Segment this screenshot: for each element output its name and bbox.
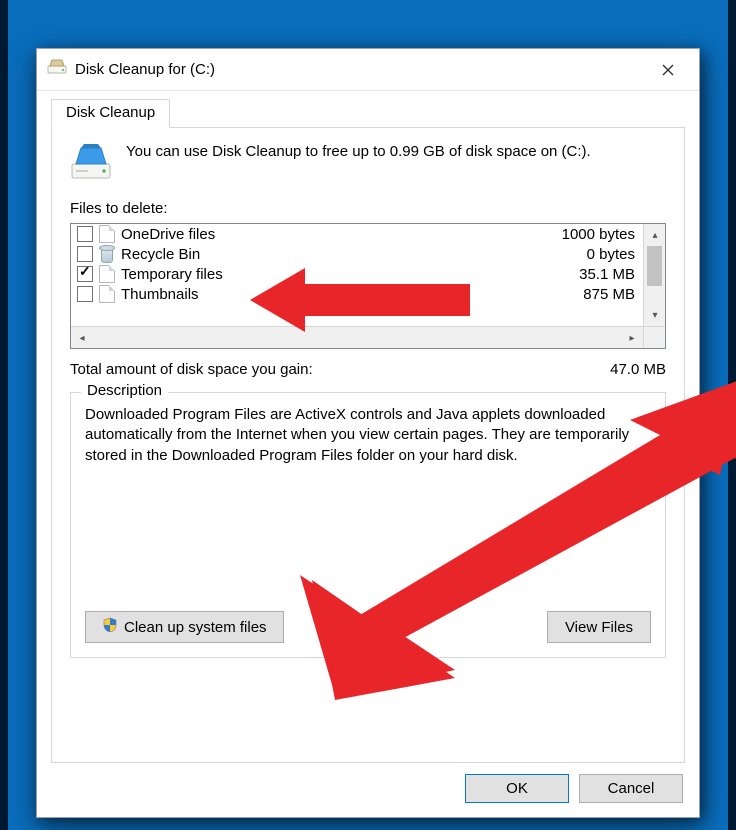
scroll-down-icon[interactable]: ▾ [644, 304, 665, 326]
total-row: Total amount of disk space you gain: 47.… [70, 361, 666, 378]
item-checkbox[interactable] [77, 226, 93, 242]
list-item[interactable]: Temporary files 35.1 MB [71, 264, 643, 284]
disk-cleanup-dialog: Disk Cleanup for (C:) Disk Cleanup You c… [36, 48, 700, 818]
scroll-thumb[interactable] [647, 246, 662, 286]
button-label: Cancel [608, 780, 655, 797]
list-item[interactable]: Thumbnails 875 MB [71, 284, 643, 304]
file-icon [99, 265, 115, 283]
horizontal-scrollbar[interactable]: ◂ ▸ [71, 326, 665, 348]
item-checkbox[interactable] [77, 246, 93, 262]
tab-strip: Disk Cleanup [37, 91, 699, 128]
close-button[interactable] [641, 49, 695, 90]
item-label: Temporary files [121, 266, 223, 283]
total-value: 47.0 MB [610, 361, 666, 378]
view-files-button[interactable]: View Files [547, 611, 651, 643]
item-size: 0 bytes [587, 246, 637, 263]
files-list[interactable]: OneDrive files 1000 bytes Recycle Bin 0 … [71, 224, 643, 326]
intro-row: You can use Disk Cleanup to free up to 0… [70, 142, 666, 186]
item-size: 35.1 MB [579, 266, 637, 283]
cancel-button[interactable]: Cancel [579, 774, 683, 803]
titlebar: Disk Cleanup for (C:) [37, 49, 699, 91]
item-label: Thumbnails [121, 286, 199, 303]
vertical-scrollbar[interactable]: ▴ ▾ [643, 224, 665, 326]
clean-system-files-button[interactable]: Clean up system files [85, 611, 284, 643]
total-label: Total amount of disk space you gain: [70, 361, 313, 378]
item-label: Recycle Bin [121, 246, 200, 263]
intro-text: You can use Disk Cleanup to free up to 0… [126, 142, 591, 186]
scroll-left-icon[interactable]: ◂ [71, 327, 93, 349]
description-legend: Description [81, 382, 168, 399]
dialog-buttons: OK Cancel [465, 774, 683, 803]
tab-disk-cleanup[interactable]: Disk Cleanup [51, 99, 170, 128]
drive-icon [47, 59, 67, 81]
scroll-right-icon[interactable]: ▸ [621, 327, 643, 349]
item-size: 1000 bytes [562, 226, 637, 243]
list-item[interactable]: Recycle Bin 0 bytes [71, 244, 643, 264]
button-label: View Files [565, 619, 633, 636]
file-icon [99, 225, 115, 243]
tab-panel: You can use Disk Cleanup to free up to 0… [51, 127, 685, 763]
files-to-delete-label: Files to delete: [70, 200, 666, 217]
description-text: Downloaded Program Files are ActiveX con… [85, 405, 651, 466]
item-size: 875 MB [583, 286, 637, 303]
item-checkbox[interactable] [77, 266, 93, 282]
item-checkbox[interactable] [77, 286, 93, 302]
scroll-up-icon[interactable]: ▴ [644, 224, 665, 246]
files-listbox: OneDrive files 1000 bytes Recycle Bin 0 … [70, 223, 666, 349]
button-label: OK [506, 780, 528, 797]
window-title: Disk Cleanup for (C:) [75, 61, 215, 78]
recycle-bin-icon [99, 245, 115, 263]
description-groupbox: Description Downloaded Program Files are… [70, 392, 666, 658]
shield-icon [102, 617, 118, 637]
file-icon [99, 285, 115, 303]
list-item[interactable]: OneDrive files 1000 bytes [71, 224, 643, 244]
drive-icon [70, 142, 112, 186]
ok-button[interactable]: OK [465, 774, 569, 803]
button-label: Clean up system files [124, 619, 267, 636]
item-label: OneDrive files [121, 226, 215, 243]
